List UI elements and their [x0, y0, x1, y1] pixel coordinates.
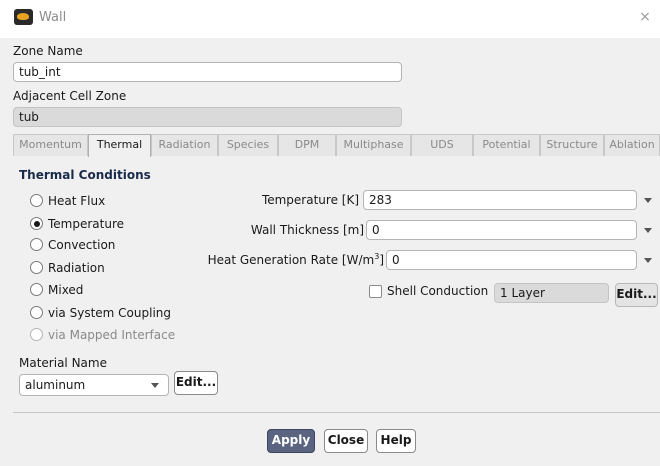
- thermal-conditions-title: Thermal Conditions: [19, 168, 151, 182]
- radio-label: Temperature: [48, 217, 125, 231]
- material-name-value: aluminum: [25, 378, 86, 392]
- tab-species[interactable]: Species: [218, 134, 278, 156]
- radio-button-disabled: [30, 328, 43, 341]
- shell-conduction-edit-button[interactable]: Edit...: [615, 283, 658, 307]
- radio-label: Radiation: [48, 261, 105, 275]
- adjacent-cell-zone-label: Adjacent Cell Zone: [13, 89, 127, 103]
- help-button[interactable]: Help: [376, 429, 416, 453]
- material-name-label: Material Name: [19, 356, 107, 370]
- apply-button[interactable]: Apply: [267, 429, 315, 453]
- radio-label: Mixed: [48, 283, 84, 297]
- tab-momentum[interactable]: Momentum: [13, 134, 88, 156]
- radio-button[interactable]: [30, 261, 43, 274]
- tab-potential[interactable]: Potential: [473, 134, 540, 156]
- window-title: Wall: [39, 10, 67, 25]
- radio-button-selected[interactable]: [30, 217, 43, 230]
- radio-label: via System Coupling: [48, 306, 171, 320]
- heat-generation-rate-label: Heat Generation Rate [W/m3]: [207, 252, 384, 267]
- radio-label: Convection: [48, 238, 116, 252]
- temperature-label: Temperature [K]: [261, 193, 359, 207]
- radio-button[interactable]: [30, 194, 43, 207]
- tab-ablation[interactable]: Ablation: [604, 134, 660, 156]
- heat-generation-options-icon[interactable]: [644, 258, 652, 263]
- shell-conduction-checkbox[interactable]: [369, 285, 382, 298]
- footer-divider: [13, 412, 660, 413]
- temperature-input[interactable]: 283: [363, 190, 637, 210]
- close-window-button[interactable]: ×: [636, 8, 654, 26]
- material-name-select[interactable]: aluminum: [19, 374, 169, 396]
- tab-multiphase[interactable]: Multiphase: [336, 134, 411, 156]
- wall-tabs: Momentum Thermal Radiation Species DPM M…: [13, 134, 660, 157]
- radio-button[interactable]: [30, 306, 43, 319]
- adjacent-cell-zone-field: tub: [13, 107, 402, 127]
- temperature-options-icon[interactable]: [644, 198, 652, 203]
- chevron-down-icon: [151, 383, 159, 388]
- fluent-app-icon: [14, 9, 33, 25]
- radio-button[interactable]: [30, 283, 43, 296]
- tab-radiation[interactable]: Radiation: [151, 134, 218, 156]
- shell-layers-field: 1 Layer: [494, 283, 609, 303]
- radio-label: Heat Flux: [48, 194, 106, 208]
- wall-thickness-input[interactable]: 0: [366, 220, 637, 240]
- zone-name-input[interactable]: tub_int: [13, 62, 402, 82]
- radio-button[interactable]: [30, 238, 43, 251]
- radio-label: via Mapped Interface: [48, 328, 176, 342]
- shell-conduction-label: Shell Conduction: [387, 284, 489, 298]
- material-edit-button[interactable]: Edit...: [174, 371, 218, 395]
- tab-structure[interactable]: Structure: [540, 134, 604, 156]
- zone-name-label: Zone Name: [13, 44, 83, 58]
- close-button[interactable]: Close: [324, 429, 368, 453]
- tab-dpm[interactable]: DPM: [278, 134, 336, 156]
- tab-thermal[interactable]: Thermal: [88, 134, 151, 157]
- title-bar: Wall ×: [0, 0, 660, 38]
- wall-thickness-label: Wall Thickness [m]: [250, 223, 364, 237]
- heat-generation-rate-input[interactable]: 0: [386, 250, 637, 270]
- wall-thickness-options-icon[interactable]: [644, 228, 652, 233]
- tab-uds[interactable]: UDS: [411, 134, 473, 156]
